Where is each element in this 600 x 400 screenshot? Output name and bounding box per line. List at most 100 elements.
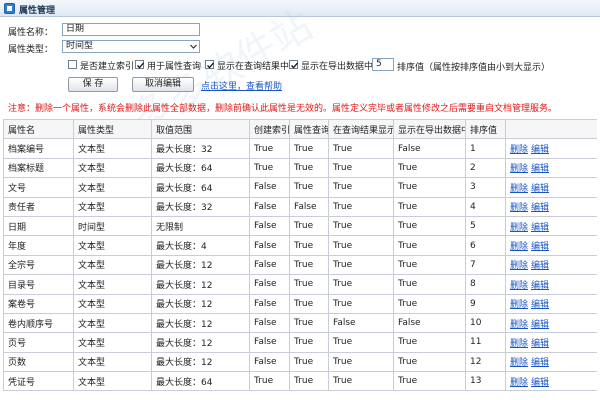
column-header: 在查询结果显示 bbox=[328, 119, 394, 140]
delete-link[interactable]: 删除 bbox=[510, 242, 528, 252]
table-cell: False bbox=[249, 351, 290, 373]
checkbox-box[interactable] bbox=[205, 60, 214, 69]
table-cell: True bbox=[393, 157, 466, 179]
edit-link[interactable]: 编辑 bbox=[531, 164, 549, 174]
delete-link[interactable]: 删除 bbox=[510, 300, 528, 310]
checkbox-box[interactable] bbox=[135, 60, 144, 69]
index-checkbox[interactable]: 是否建立索引 bbox=[68, 59, 134, 72]
table-cell: True bbox=[393, 332, 466, 353]
delete-link[interactable]: 删除 bbox=[510, 358, 528, 368]
column-header: 取值范围 bbox=[151, 119, 250, 140]
table-row: 责任者 文本型 最大长度：32 False False True True 4 删除 编辑 bbox=[3, 196, 597, 217]
table-cell: 7 bbox=[465, 254, 506, 276]
edit-link[interactable]: 编辑 bbox=[531, 261, 549, 271]
check-icon bbox=[291, 62, 298, 69]
table-cell: 最大长度：64 bbox=[151, 177, 250, 198]
table-cell: 文号 bbox=[3, 177, 74, 198]
delete-link[interactable]: 删除 bbox=[510, 320, 528, 330]
attribute-table: 属性名 属性类型 取值范围 创建索引 属性查询 在查询结果显示 显示在导出数据中… bbox=[3, 119, 597, 400]
checkbox-label: 用于属性查询 bbox=[147, 62, 202, 72]
delete-link[interactable]: 删除 bbox=[510, 223, 528, 233]
name-label: 属性名称： bbox=[8, 28, 54, 38]
delete-link[interactable]: 删除 bbox=[510, 339, 528, 349]
edit-link[interactable]: 编辑 bbox=[531, 203, 549, 213]
table-cell: False bbox=[249, 293, 290, 314]
table-cell: True bbox=[289, 254, 329, 276]
delete-link[interactable]: 删除 bbox=[510, 261, 528, 271]
table-cell: True bbox=[393, 196, 466, 217]
table-cell: True bbox=[328, 371, 394, 392]
table-cell: 13 bbox=[465, 371, 506, 392]
row-actions: 删除 编辑 bbox=[505, 157, 597, 179]
table-cell: 最大长度：64 bbox=[151, 371, 250, 392]
edit-link[interactable]: 编辑 bbox=[531, 339, 549, 349]
table-cell: 最大长度：32 bbox=[151, 138, 250, 159]
cancel-edit-button[interactable]: 取消编辑 bbox=[132, 77, 194, 92]
table-header: 属性名 属性类型 取值范围 创建索引 属性查询 在查询结果显示 显示在导出数据中… bbox=[3, 119, 597, 140]
edit-link[interactable]: 编辑 bbox=[531, 300, 549, 310]
table-cell: True bbox=[289, 371, 329, 392]
row-actions: 删除 编辑 bbox=[505, 138, 597, 159]
export-checkbox[interactable]: 显示在导出数据中 bbox=[289, 59, 373, 72]
name-input[interactable]: 日期 bbox=[62, 23, 200, 36]
table-row: 年度 文本型 最大长度：4 False True True True 6 删除 编辑 bbox=[3, 235, 597, 256]
type-select[interactable]: 时间型 bbox=[62, 40, 200, 53]
edit-link[interactable]: 编辑 bbox=[531, 320, 549, 330]
table-cell: True bbox=[328, 215, 394, 237]
column-header: 创建索引 bbox=[249, 119, 290, 140]
column-header: 显示在导出数据中 bbox=[393, 119, 466, 140]
table-cell: True bbox=[289, 157, 329, 179]
table-row: 文号 文本型 最大长度：64 False True True True 3 删除 编辑 bbox=[3, 177, 597, 198]
edit-link[interactable]: 编辑 bbox=[531, 145, 549, 155]
table-cell: 凭证号 bbox=[3, 371, 74, 392]
edit-link[interactable]: 编辑 bbox=[531, 358, 549, 368]
table-cell: True bbox=[393, 371, 466, 392]
checkbox-box[interactable] bbox=[289, 60, 298, 69]
row-actions: 删除 编辑 bbox=[505, 293, 597, 314]
table-cell: 文本型 bbox=[73, 138, 152, 159]
table-cell: False bbox=[249, 215, 290, 237]
table-cell: 最大长度：12 bbox=[151, 293, 250, 314]
table-cell: False bbox=[249, 274, 290, 295]
table-cell: 10 bbox=[465, 312, 506, 334]
query-checkbox[interactable]: 用于属性查询 bbox=[135, 59, 203, 72]
edit-link[interactable]: 编辑 bbox=[531, 281, 549, 291]
table-cell: True bbox=[289, 332, 329, 353]
table-cell: True bbox=[328, 254, 394, 276]
save-button[interactable]: 保 存 bbox=[68, 77, 118, 92]
delete-link[interactable]: 删除 bbox=[510, 378, 528, 388]
table-cell: True bbox=[328, 332, 394, 353]
delete-link[interactable]: 删除 bbox=[510, 164, 528, 174]
table-cell: 最大长度：12 bbox=[151, 351, 250, 373]
table-cell: False bbox=[328, 312, 394, 334]
table-cell: True bbox=[393, 274, 466, 295]
table-cell: 文本型 bbox=[73, 177, 152, 198]
help-link[interactable]: 点击这里，查看帮助 bbox=[201, 79, 282, 92]
order-input[interactable]: 5 bbox=[372, 58, 394, 71]
delete-link[interactable]: 删除 bbox=[510, 281, 528, 291]
table-cell: 12 bbox=[465, 351, 506, 373]
table-cell: 文本型 bbox=[73, 254, 152, 276]
table-cell: 责任者 bbox=[3, 196, 74, 217]
delete-link[interactable]: 删除 bbox=[510, 184, 528, 194]
table-cell: True bbox=[328, 138, 394, 159]
result-checkbox[interactable]: 显示在查询结果中 bbox=[205, 59, 290, 72]
table-cell: True bbox=[328, 235, 394, 256]
check-icon bbox=[207, 62, 214, 69]
edit-link[interactable]: 编辑 bbox=[531, 378, 549, 388]
edit-link[interactable]: 编辑 bbox=[531, 223, 549, 233]
table-cell: True bbox=[393, 293, 466, 314]
table-cell: 全宗号 bbox=[3, 254, 74, 276]
delete-link[interactable]: 删除 bbox=[510, 203, 528, 213]
checkbox-label: 显示在查询结果中 bbox=[217, 62, 290, 72]
edit-link[interactable]: 编辑 bbox=[531, 184, 549, 194]
table-cell: True bbox=[289, 177, 329, 198]
table-cell: 文本型 bbox=[73, 196, 152, 217]
table-cell: 卷内顺序号 bbox=[3, 312, 74, 334]
checkbox-box[interactable] bbox=[68, 60, 77, 69]
delete-link[interactable]: 删除 bbox=[510, 145, 528, 155]
edit-link[interactable]: 编辑 bbox=[531, 242, 549, 252]
table-cell: True bbox=[393, 254, 466, 276]
table-row: 页数 文本型 最大长度：12 False True True True 12 删除 编辑 bbox=[3, 351, 597, 373]
table-cell: False bbox=[249, 196, 290, 217]
